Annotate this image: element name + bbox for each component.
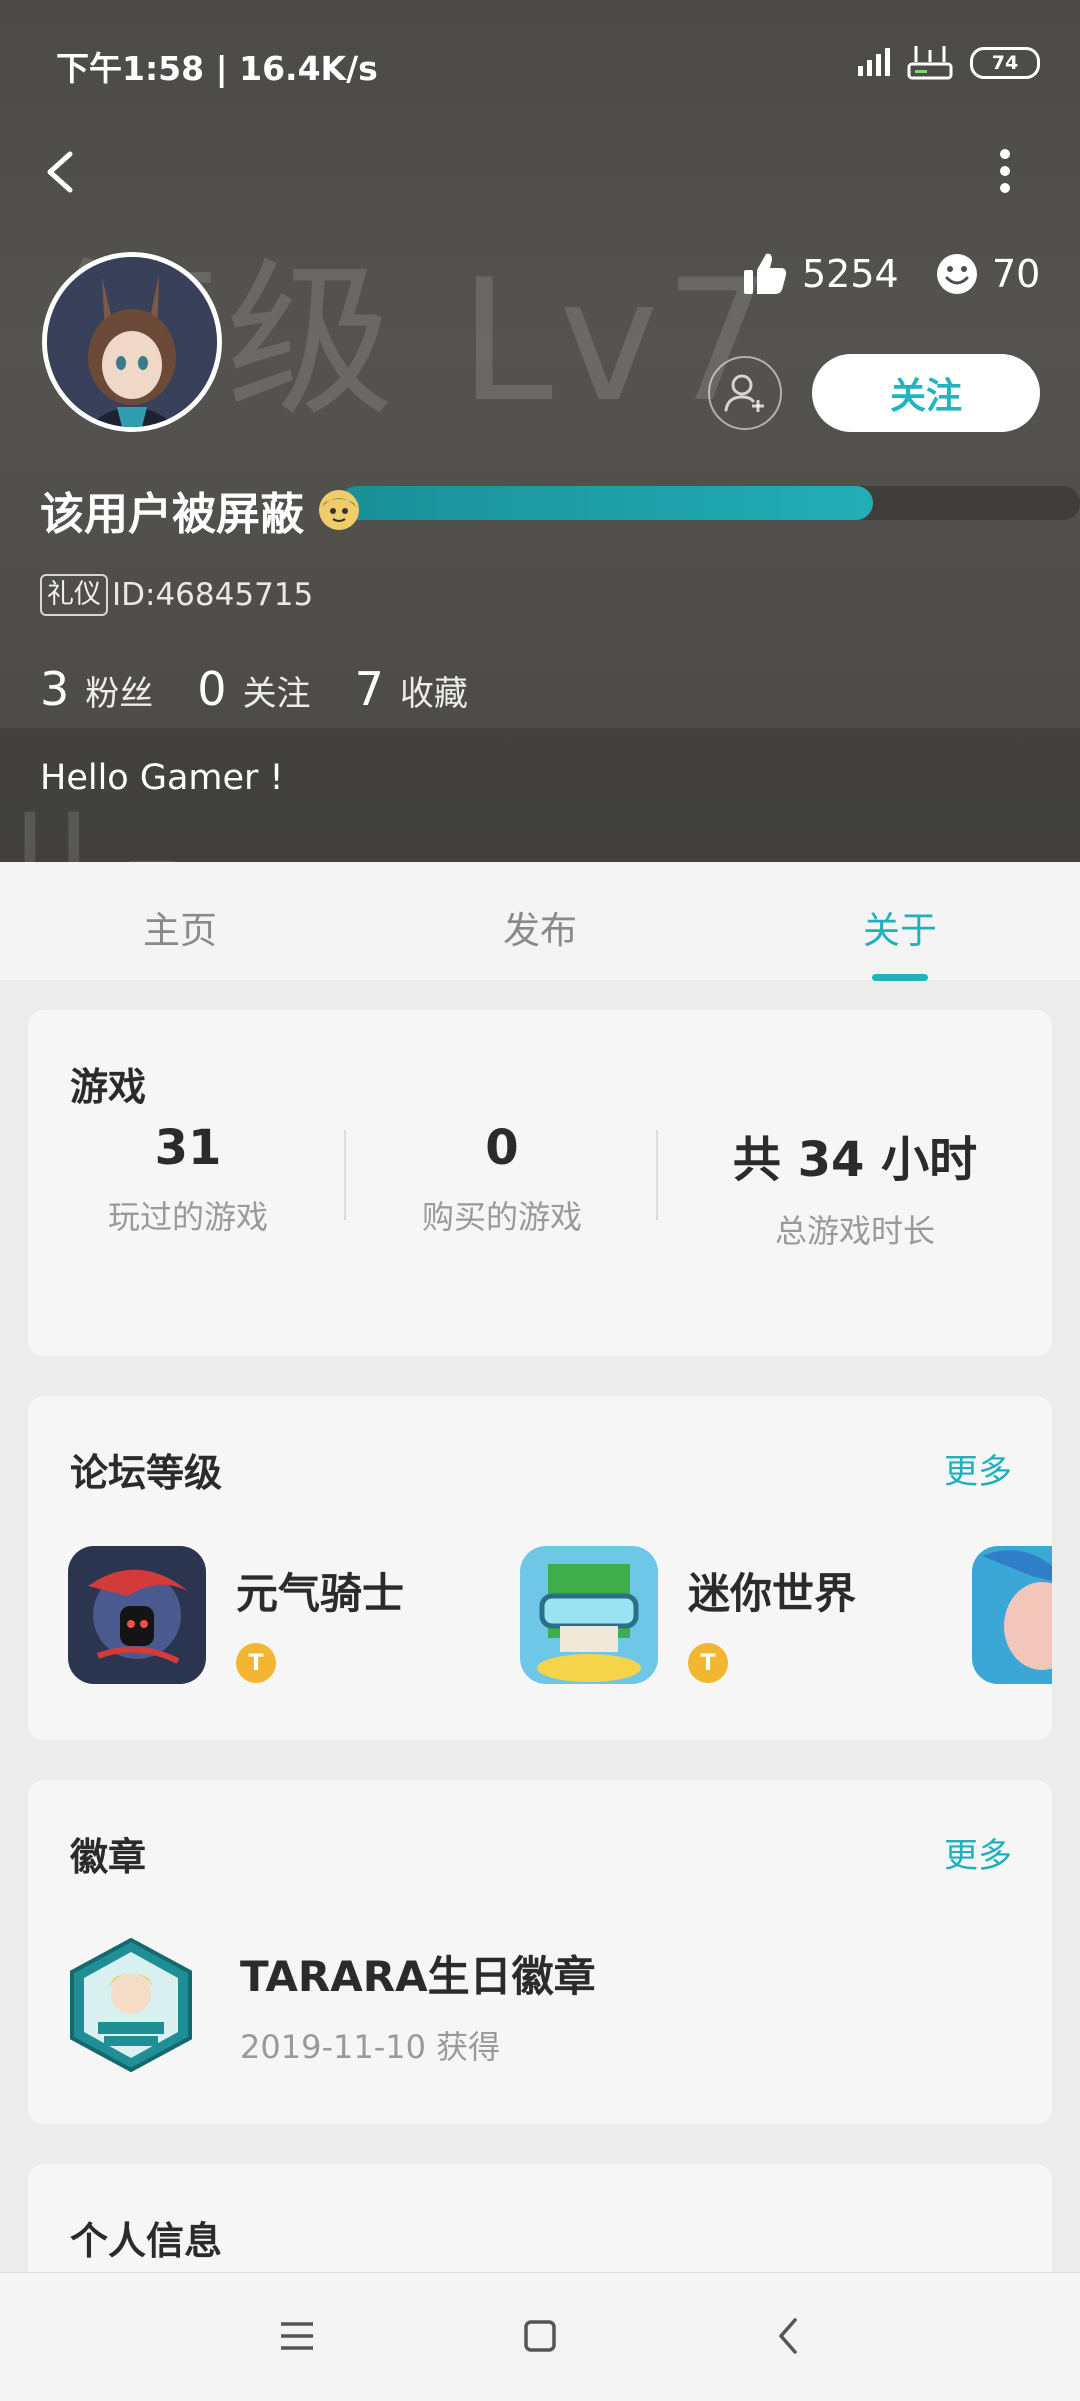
forum-level-card: 论坛等级 更多 元气骑士 T 迷你世界 T xyxy=(28,1396,1052,1740)
forum-level-badge-icon: T xyxy=(688,1643,728,1683)
username: 该用户被屏蔽 xyxy=(40,478,360,542)
menu-nav-button[interactable] xyxy=(267,2311,327,2361)
forum-more-link[interactable]: 更多 xyxy=(944,1444,1012,1493)
forum-item-partial[interactable] xyxy=(972,1546,1052,1684)
back-chevron-icon xyxy=(779,2318,797,2354)
level-progress-fill xyxy=(340,486,873,520)
badge-name: TARARA生日徽章 xyxy=(240,1951,596,2001)
purchased-games-stat[interactable]: 0 购买的游戏 xyxy=(344,1120,660,1238)
badge-card: 徽章 更多 TARARA生日徽章 2019-11-10 获得 xyxy=(28,1780,1052,2124)
wifi-router-icon xyxy=(907,46,953,80)
forum-level-badge-icon: T xyxy=(236,1643,276,1683)
badge-more-link[interactable]: 更多 xyxy=(944,1828,1012,1877)
profile-header: 等级 Lv7 ||┌ 下午1:58 | 16.4K/s 74 xyxy=(0,0,1080,862)
personal-info-title: 个人信息 xyxy=(70,2219,223,2263)
status-bar: 下午1:58 | 16.4K/s 74 xyxy=(0,0,1080,120)
tab-about[interactable]: 关于 xyxy=(800,900,1000,954)
smiles-stat: 70 xyxy=(936,252,1040,296)
smile-face-icon xyxy=(937,254,977,294)
forum-card-title: 论坛等级 xyxy=(70,1451,223,1495)
more-vertical-icon xyxy=(1000,149,1010,193)
level-progress-bar xyxy=(340,478,1080,524)
purchased-games-value: 0 xyxy=(485,1120,519,1176)
battery-indicator: 74 xyxy=(970,47,1040,79)
avatar[interactable] xyxy=(42,252,222,432)
active-tab-indicator xyxy=(872,974,928,981)
forum-item-mini-world[interactable]: 迷你世界 T xyxy=(520,1546,856,1684)
thumbs-up-icon xyxy=(744,253,787,294)
follow-counts: 3 粉丝 0 关注 7 收藏 xyxy=(40,662,512,716)
add-friend-button[interactable] xyxy=(708,356,782,430)
play-time-stat[interactable]: 共 34 小时 总游戏时长 xyxy=(658,1120,1052,1252)
back-arrow-icon xyxy=(47,151,73,193)
status-icons: 74 xyxy=(856,44,1040,82)
following-label[interactable]: 关注 xyxy=(243,666,311,715)
back-button[interactable] xyxy=(38,142,88,202)
tab-posts[interactable]: 发布 xyxy=(440,900,640,954)
user-bio: Hello Gamer ! xyxy=(40,758,284,798)
played-games-value: 31 xyxy=(154,1120,222,1176)
etiquette-tag: 礼仪 xyxy=(40,574,108,616)
profile-tabs: 主页 发布 关于 xyxy=(0,862,1080,980)
home-square-icon xyxy=(524,2320,556,2352)
follow-button[interactable]: 关注 xyxy=(812,354,1040,432)
favorites-label[interactable]: 收藏 xyxy=(400,666,468,715)
badge-item[interactable]: TARARA生日徽章 2019-11-10 获得 xyxy=(68,1938,596,2072)
favorites-count[interactable]: 7 xyxy=(355,662,384,716)
partial-game-app-icon xyxy=(972,1546,1052,1684)
tarara-birthday-badge-icon xyxy=(70,1938,192,2072)
games-card: 游戏 31 玩过的游戏 0 购买的游戏 共 34 小时 总游戏时长 xyxy=(28,1010,1052,1356)
tab-home[interactable]: 主页 xyxy=(80,900,280,954)
played-games-label: 玩过的游戏 xyxy=(107,1198,268,1236)
badge-card-title: 徽章 xyxy=(70,1835,147,1879)
forum-name: 元气骑士 xyxy=(236,1569,405,1618)
menu-icon xyxy=(281,2322,313,2350)
play-time-value: 共 34 小时 xyxy=(732,1132,978,1188)
played-games-stat[interactable]: 31 玩过的游戏 xyxy=(28,1120,348,1238)
header-background-decoration: ||┌ xyxy=(8,790,174,862)
play-time-label: 总游戏时长 xyxy=(774,1212,935,1250)
back-nav-button[interactable] xyxy=(758,2311,818,2361)
forum-name: 迷你世界 xyxy=(688,1569,857,1618)
likes-stat: 5254 xyxy=(742,252,899,296)
more-options-button[interactable] xyxy=(990,148,1020,194)
likes-count: 5254 xyxy=(802,252,899,296)
forum-item-soul-knight[interactable]: 元气骑士 T xyxy=(68,1546,404,1684)
avatar-image xyxy=(47,257,217,427)
purchased-games-label: 购买的游戏 xyxy=(421,1198,582,1236)
add-user-icon xyxy=(724,374,764,412)
username-text: 该用户被屏蔽 xyxy=(40,489,304,540)
home-nav-button[interactable] xyxy=(510,2311,570,2361)
game-stats: 31 玩过的游戏 0 购买的游戏 共 34 小时 总游戏时长 xyxy=(28,1120,1052,1250)
fans-count[interactable]: 3 xyxy=(40,662,69,716)
signal-icon xyxy=(858,48,890,76)
soul-knight-app-icon xyxy=(68,1546,206,1684)
user-id-row: 礼仪 ID:46845715 xyxy=(40,574,313,616)
mini-world-app-icon xyxy=(520,1546,658,1684)
user-id: ID:46845715 xyxy=(112,577,314,613)
following-count[interactable]: 0 xyxy=(197,662,226,716)
badge-date: 2019-11-10 获得 xyxy=(240,2027,501,2066)
status-time: 下午1:58 | 16.4K/s xyxy=(56,49,378,88)
smiles-count: 70 xyxy=(992,252,1041,296)
user-emoji-icon xyxy=(319,490,359,530)
system-navigation-bar xyxy=(0,2272,1080,2401)
games-card-title: 游戏 xyxy=(70,1065,147,1109)
fans-label[interactable]: 粉丝 xyxy=(85,666,153,715)
